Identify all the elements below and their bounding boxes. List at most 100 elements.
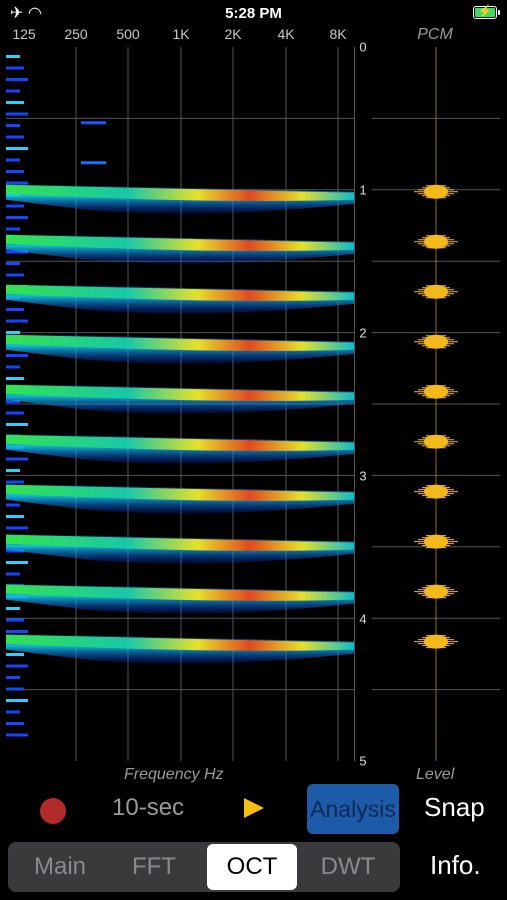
low-freq-streak <box>6 457 28 461</box>
low-freq-streak <box>6 480 24 484</box>
spectro-burst <box>6 333 354 364</box>
low-freq-streak <box>6 630 28 633</box>
low-freq-streak <box>6 170 24 173</box>
snap-button[interactable]: Snap <box>424 792 485 823</box>
pcm-title: PCM <box>417 26 453 43</box>
spectro-burst <box>6 483 354 514</box>
tab-oct[interactable]: OCT <box>207 844 297 890</box>
pcm-burst <box>414 584 458 599</box>
low-freq-streak <box>6 55 20 58</box>
spectro-burst <box>6 183 354 214</box>
pcm-burst <box>414 234 458 249</box>
low-freq-streak <box>6 687 24 691</box>
pcm-waveform <box>372 47 500 761</box>
low-freq-streak <box>6 733 28 737</box>
low-freq-streak <box>6 365 20 369</box>
low-freq-streak <box>6 216 28 219</box>
low-freq-streak <box>6 101 24 104</box>
duration-selector[interactable]: 10-sec <box>112 794 184 822</box>
low-freq-streak <box>6 204 24 208</box>
battery-charging-icon: ⚡ <box>473 4 500 19</box>
analysis-button[interactable]: Analysis <box>307 784 399 834</box>
spectro-burst <box>6 233 354 264</box>
low-freq-streak <box>6 411 24 415</box>
freq-tick: 1K <box>172 26 190 42</box>
low-freq-streak <box>6 561 28 564</box>
spectro-burst <box>6 583 354 614</box>
low-freq-streak <box>6 147 28 150</box>
spectrogram-svg <box>6 47 354 761</box>
low-freq-streak <box>6 653 24 656</box>
low-freq-streak <box>6 112 28 116</box>
low-freq-streak <box>6 572 20 576</box>
low-freq-streak <box>6 319 28 323</box>
pcm-burst <box>414 484 458 499</box>
pcm-burst <box>414 284 458 299</box>
tab-main[interactable]: Main <box>14 844 106 890</box>
low-freq-streak <box>6 135 24 139</box>
low-freq-streak <box>6 227 20 231</box>
tab-dwt[interactable]: DWT <box>302 844 394 890</box>
pcm-svg <box>372 47 500 761</box>
tab-fft[interactable]: FFT <box>108 844 200 890</box>
freq-tick: 125 <box>12 26 36 42</box>
low-freq-streak <box>6 124 20 127</box>
freq-tick: 8K <box>329 26 347 42</box>
low-freq-streak <box>6 89 20 93</box>
low-freq-streak <box>6 78 28 81</box>
faint-harmonic <box>81 161 106 165</box>
freq-tick: 250 <box>64 26 88 42</box>
low-freq-streak <box>6 331 20 334</box>
spectrogram-plot[interactable] <box>6 47 355 761</box>
play-button[interactable] <box>244 798 264 818</box>
spectro-burst <box>6 433 354 464</box>
freq-tick: 2K <box>224 26 242 42</box>
record-button[interactable] <box>40 798 66 824</box>
low-freq-streak <box>6 469 20 472</box>
spectro-burst <box>6 533 354 564</box>
time-tick: 1 <box>359 182 367 198</box>
status-time: 5:28 PM <box>225 5 282 22</box>
low-freq-streak <box>6 503 20 507</box>
low-freq-streak <box>6 273 24 277</box>
spectro-burst <box>6 383 354 414</box>
level-axis-label: Level <box>416 766 455 783</box>
low-freq-streak <box>6 66 24 70</box>
time-tick: 0 <box>359 39 367 55</box>
freq-tick: 500 <box>116 26 140 42</box>
low-freq-streak <box>6 354 28 357</box>
low-freq-streak <box>6 515 24 518</box>
low-freq-streak <box>6 710 20 714</box>
low-freq-streak <box>6 699 28 702</box>
pcm-burst <box>414 334 458 349</box>
time-tick: 5 <box>359 753 367 769</box>
mode-segmented-control: Main FFT OCT DWT <box>8 842 400 892</box>
low-freq-streak <box>6 676 20 679</box>
pcm-burst <box>414 384 458 399</box>
low-freq-streak <box>6 722 24 725</box>
pcm-burst <box>414 184 458 199</box>
control-bar: 10-sec Analysis Snap <box>0 784 507 834</box>
pcm-burst <box>414 634 458 649</box>
low-freq-streak <box>6 262 20 265</box>
spectro-burst <box>6 633 354 664</box>
low-freq-streak <box>6 158 20 162</box>
info-button[interactable]: Info. <box>430 850 481 881</box>
faint-harmonic <box>81 121 106 125</box>
pcm-burst <box>414 434 458 449</box>
low-freq-streak <box>6 607 20 610</box>
low-freq-streak <box>6 618 24 622</box>
time-tick: 2 <box>359 325 367 341</box>
freq-tick: 4K <box>277 26 295 42</box>
status-bar: ✈ ◠ 5:28 PM ⚡ <box>0 0 507 28</box>
low-freq-streak <box>6 377 24 380</box>
low-freq-streak <box>6 308 24 311</box>
time-tick: 3 <box>359 468 367 484</box>
low-freq-streak <box>6 664 28 668</box>
spectro-burst <box>6 283 354 314</box>
low-freq-streak <box>6 526 28 530</box>
low-freq-streak <box>6 423 28 426</box>
frequency-axis-label: Frequency Hz <box>124 766 224 783</box>
frequency-axis: 125 250 500 1K 2K 4K 8K <box>0 26 360 46</box>
time-tick: 4 <box>359 611 367 627</box>
